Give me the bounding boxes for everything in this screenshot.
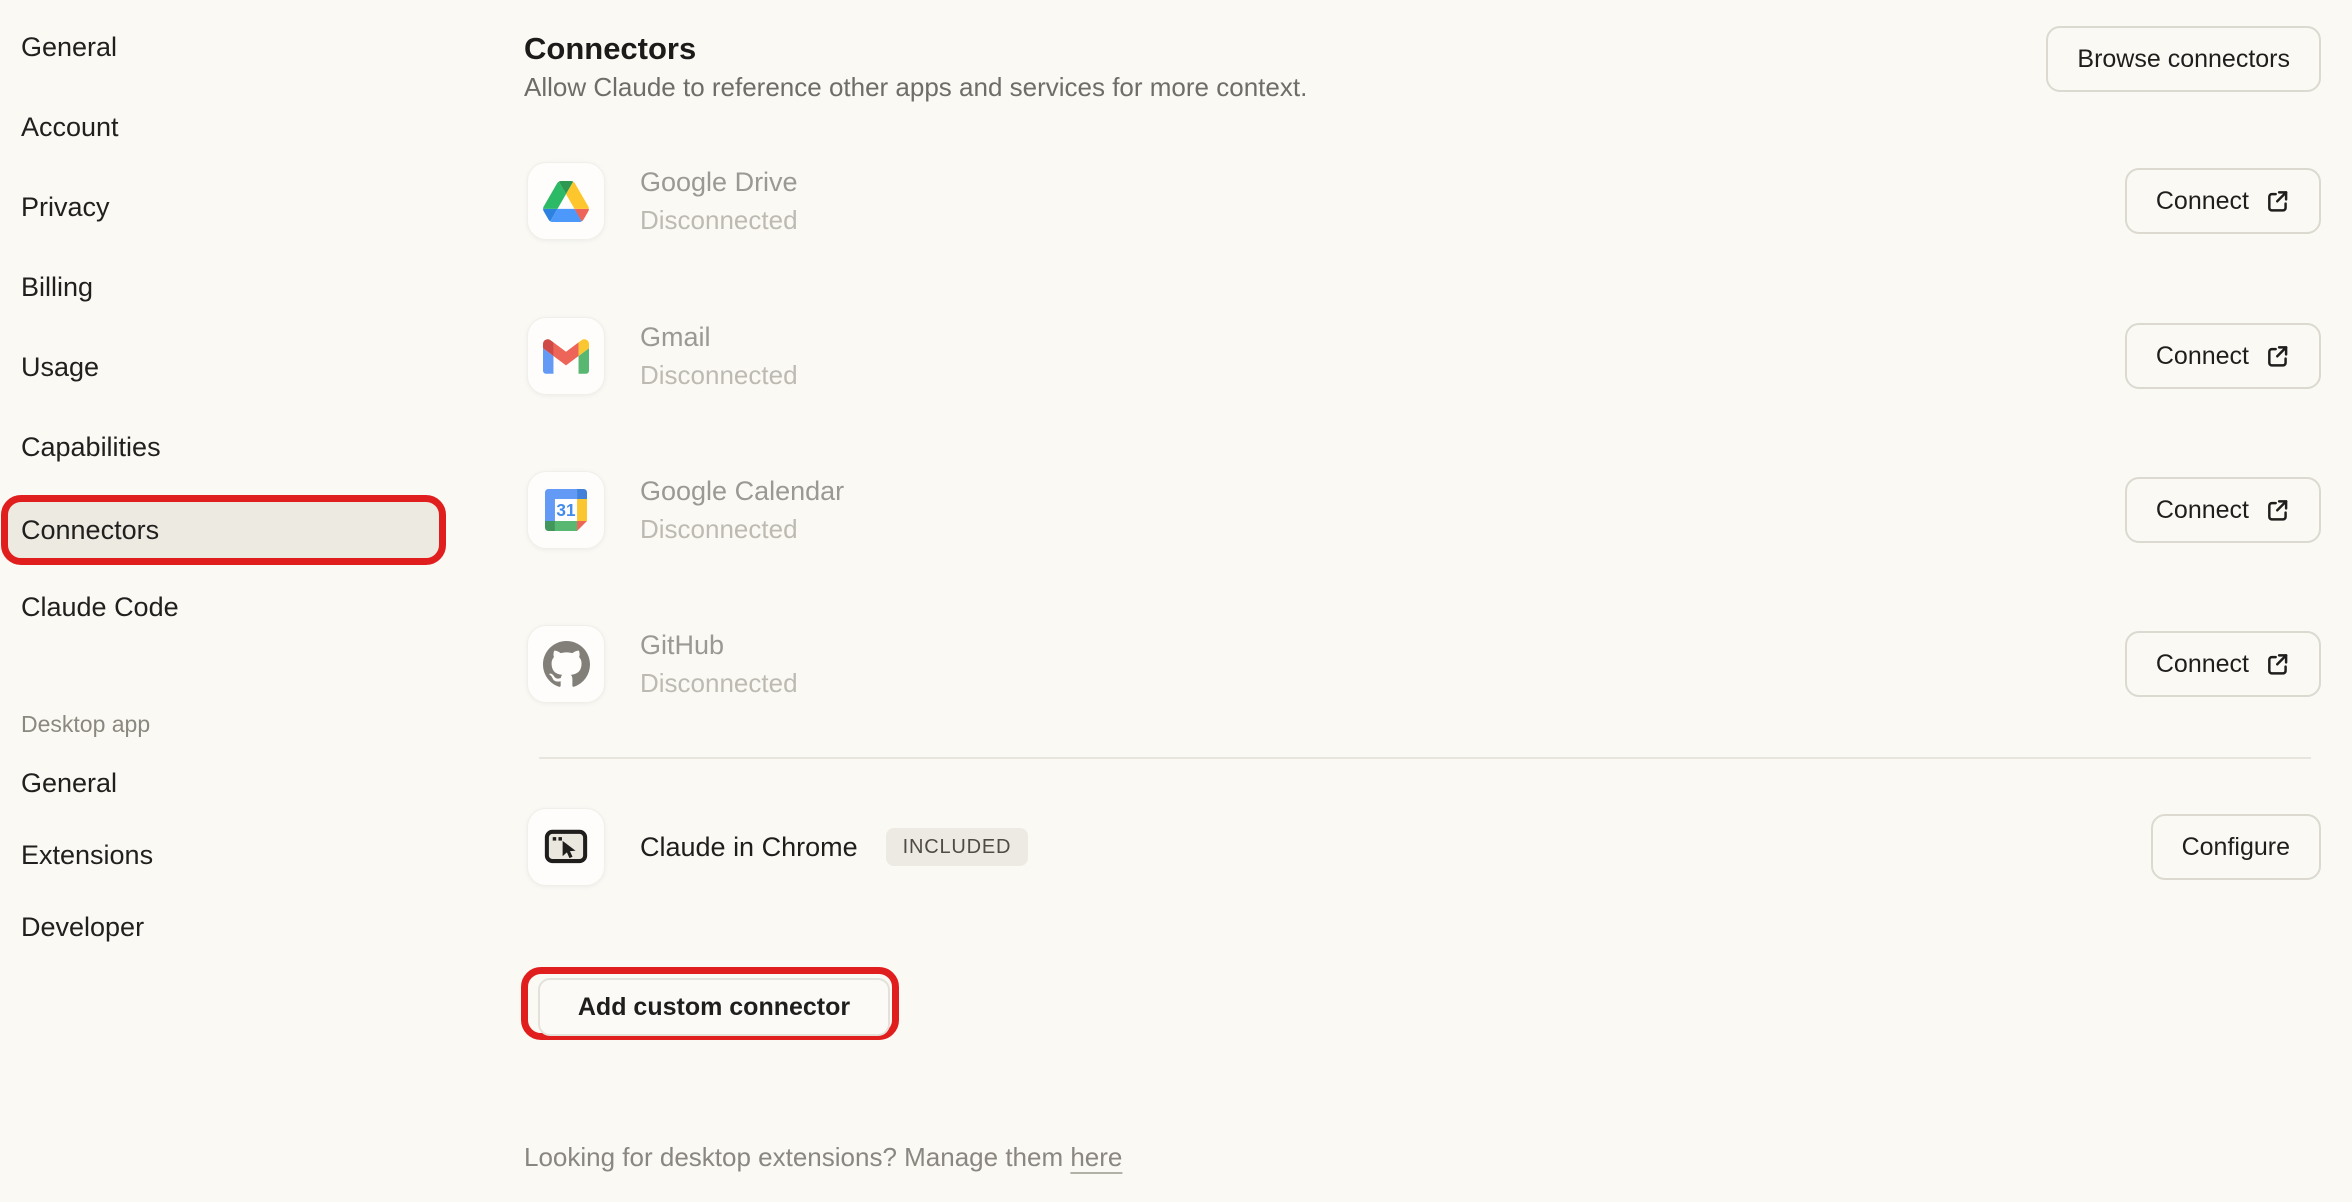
sidebar-item-desktop-developer[interactable]: Developer — [8, 897, 438, 957]
connector-row-github: GitHub Disconnected — [527, 625, 798, 703]
page-title: Connectors — [524, 31, 696, 67]
sidebar-item-usage[interactable]: Usage — [8, 336, 438, 399]
connector-status: Disconnected — [640, 206, 798, 235]
connector-row-google-drive: Google Drive Disconnected — [527, 162, 798, 240]
add-custom-connector-button[interactable]: Add custom connector — [538, 978, 890, 1036]
connect-button-google-drive[interactable]: Connect — [2125, 168, 2321, 234]
configure-button-label: Configure — [2182, 833, 2290, 862]
connect-button-label: Connect — [2156, 496, 2249, 525]
google-calendar-icon: 31 — [527, 471, 605, 549]
footer-note: Looking for desktop extensions? Manage t… — [524, 1142, 1122, 1173]
connector-status: Disconnected — [640, 669, 798, 698]
connect-button-label: Connect — [2156, 650, 2249, 679]
google-drive-icon — [527, 162, 605, 240]
connector-name: Claude in Chrome — [640, 832, 858, 863]
connector-row-claude-in-chrome: Claude in Chrome INCLUDED — [527, 808, 1028, 886]
sidebar-item-capabilities[interactable]: Capabilities — [8, 416, 438, 479]
connector-row-google-calendar: 31 Google Calendar Disconnected — [527, 471, 844, 549]
external-link-icon — [2264, 497, 2290, 523]
gmail-icon — [527, 317, 605, 395]
connect-button-github[interactable]: Connect — [2125, 631, 2321, 697]
connector-name: Gmail — [640, 322, 798, 352]
external-link-icon — [2264, 188, 2290, 214]
included-badge: INCLUDED — [886, 828, 1029, 866]
claude-in-chrome-icon — [527, 808, 605, 886]
connector-status: Disconnected — [640, 361, 798, 390]
sidebar-item-desktop-general[interactable]: General — [8, 753, 438, 813]
svg-text:31: 31 — [556, 500, 576, 520]
sidebar-item-desktop-extensions[interactable]: Extensions — [8, 825, 438, 885]
connector-name: Google Calendar — [640, 476, 844, 506]
connect-button-label: Connect — [2156, 187, 2249, 216]
sidebar-item-account[interactable]: Account — [8, 96, 438, 159]
annotation-connectors-highlight: Connectors — [1, 495, 446, 565]
configure-button-claude-in-chrome[interactable]: Configure — [2151, 814, 2321, 880]
connector-name: Google Drive — [640, 167, 798, 197]
sidebar-item-claude-code[interactable]: Claude Code — [8, 576, 438, 639]
sidebar-item-connectors[interactable]: Connectors — [21, 502, 159, 558]
connector-name: GitHub — [640, 630, 798, 660]
sidebar-item-privacy[interactable]: Privacy — [8, 176, 438, 239]
manage-extensions-link[interactable]: here — [1070, 1142, 1122, 1172]
settings-connectors-page: General Account Privacy Billing Usage Ca… — [0, 0, 2352, 1202]
external-link-icon — [2264, 343, 2290, 369]
sidebar-item-general[interactable]: General — [8, 16, 438, 79]
external-link-icon — [2264, 651, 2290, 677]
browse-connectors-button[interactable]: Browse connectors — [2046, 26, 2321, 92]
annotation-add-custom-connector: Add custom connector — [521, 967, 899, 1040]
footer-text: Looking for desktop extensions? Manage t… — [524, 1142, 1070, 1172]
sidebar-section-desktop-app: Desktop app — [21, 710, 150, 738]
connect-button-google-calendar[interactable]: Connect — [2125, 477, 2321, 543]
connect-button-label: Connect — [2156, 342, 2249, 371]
github-icon — [527, 625, 605, 703]
sidebar-item-billing[interactable]: Billing — [8, 256, 438, 319]
page-subtitle: Allow Claude to reference other apps and… — [524, 72, 1307, 103]
connector-row-gmail: Gmail Disconnected — [527, 317, 798, 395]
connector-status: Disconnected — [640, 515, 844, 544]
section-divider — [539, 757, 2311, 759]
connect-button-gmail[interactable]: Connect — [2125, 323, 2321, 389]
browse-connectors-label: Browse connectors — [2077, 45, 2290, 74]
